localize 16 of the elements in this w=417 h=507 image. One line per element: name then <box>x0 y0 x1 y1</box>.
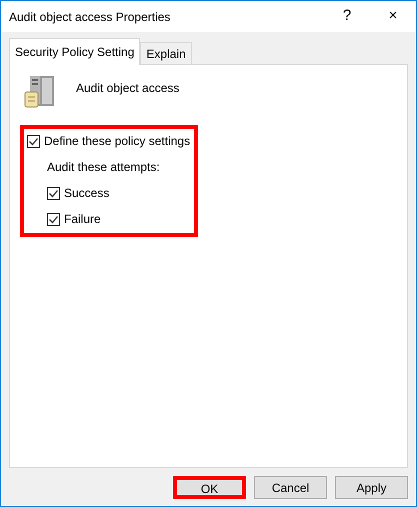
checkbox[interactable] <box>47 186 60 200</box>
dialog-button[interactable]: Cancel <box>254 476 327 499</box>
window-title: Audit object access Properties <box>9 8 172 26</box>
checkbox-label[interactable]: Failure <box>64 210 101 228</box>
checkbox[interactable] <box>47 212 60 226</box>
checkbox-label[interactable]: Define these policy settings <box>44 132 190 150</box>
checkbox-label[interactable]: Success <box>64 184 110 202</box>
policy-name: Audit object access <box>76 80 180 97</box>
help-button[interactable]: ? <box>324 1 370 32</box>
dialog-button[interactable]: Apply <box>335 476 408 499</box>
tab[interactable]: Explain <box>140 42 192 65</box>
dialog-button[interactable]: OK <box>173 476 246 499</box>
group-label: Audit these attempts: <box>47 159 161 176</box>
close-button[interactable]: × <box>370 1 416 32</box>
tab[interactable]: Security Policy Setting <box>9 38 140 65</box>
checkbox[interactable] <box>27 134 40 148</box>
